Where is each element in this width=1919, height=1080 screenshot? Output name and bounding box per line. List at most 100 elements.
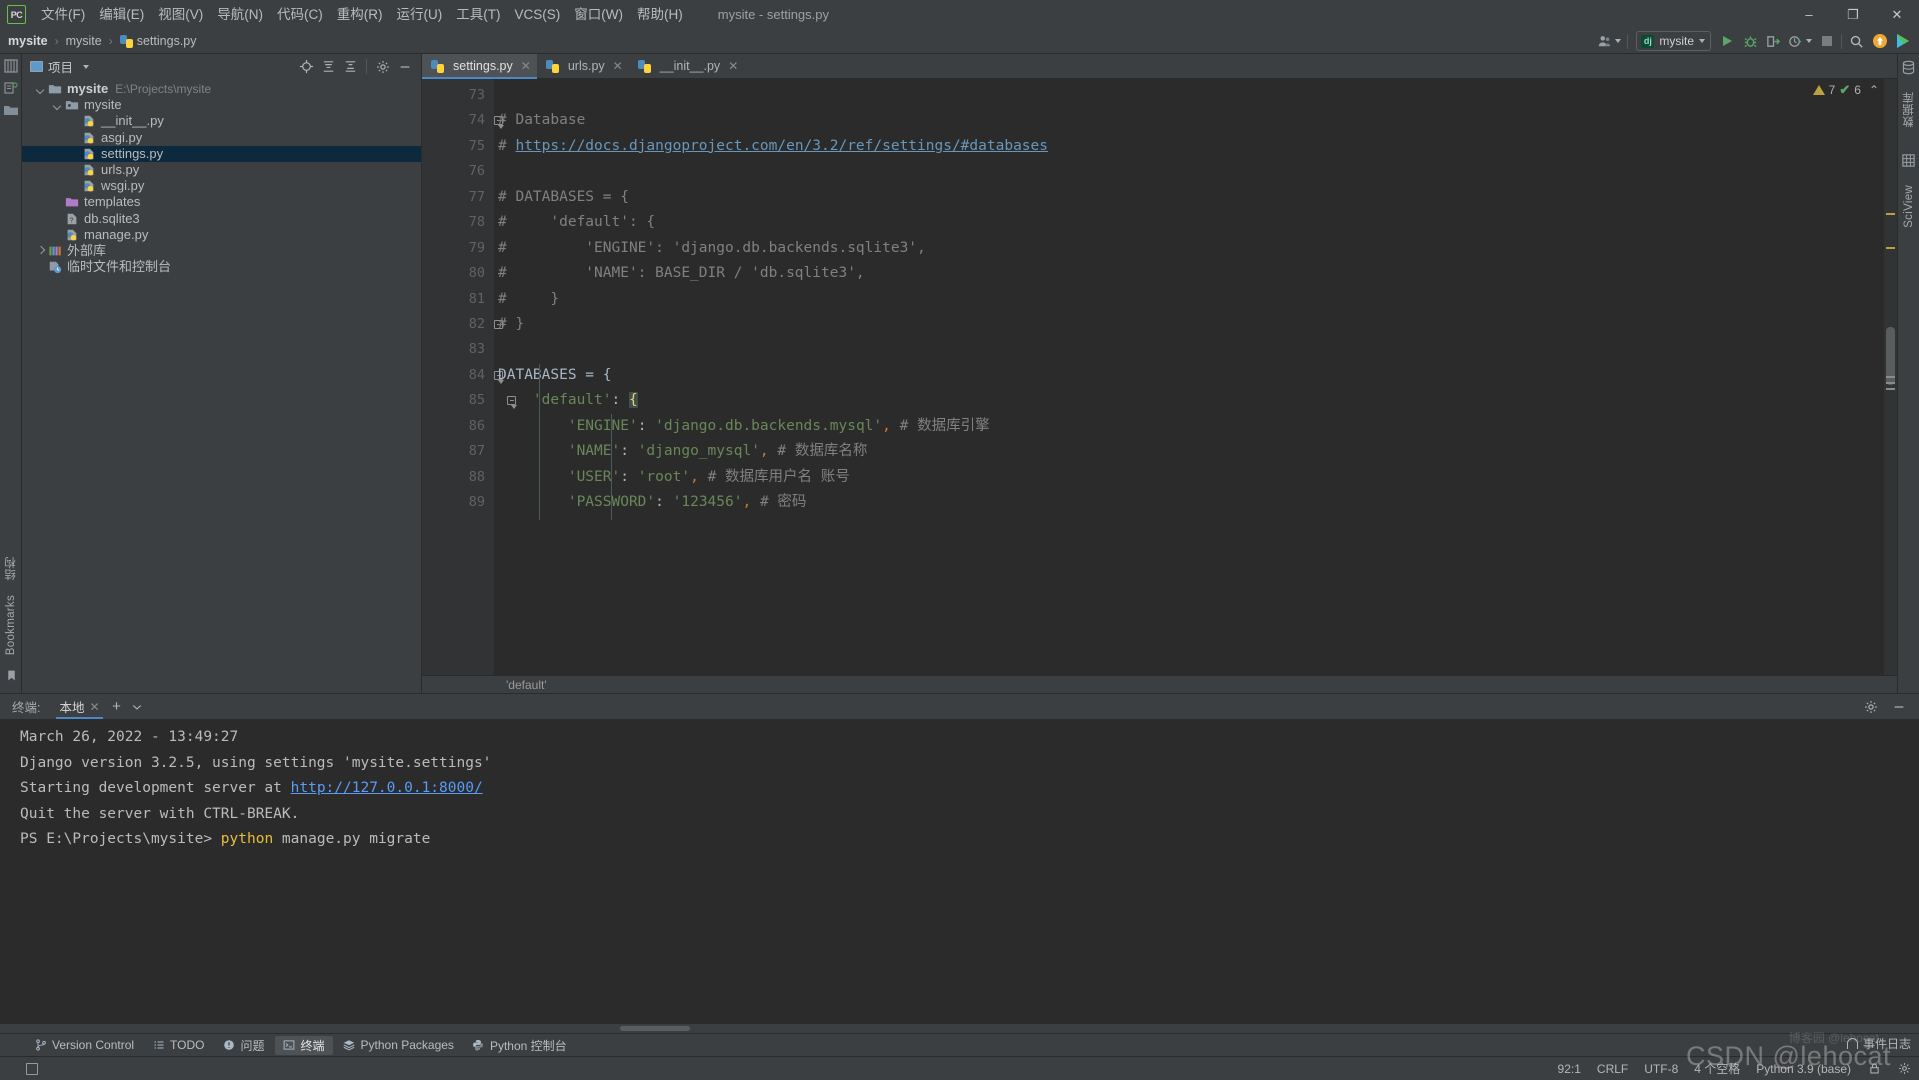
gear-icon[interactable] — [1861, 697, 1881, 717]
menu-window[interactable]: 窗口(W) — [567, 3, 630, 26]
tab-init-py[interactable]: __init__.py ✕ — [629, 54, 745, 78]
inspection-collapse-icon[interactable]: ⌃ — [1869, 83, 1879, 97]
chevron-down-icon[interactable] — [36, 85, 45, 94]
expand-all-icon[interactable] — [320, 58, 337, 75]
structure-tab-label[interactable]: 结构 — [3, 557, 19, 581]
tab-settings-py[interactable]: settings.py ✕ — [422, 54, 537, 79]
terminal-output[interactable]: March 26, 2022 - 13:49:27 Django version … — [0, 719, 1919, 1024]
database-tool-icon[interactable] — [1901, 60, 1916, 80]
search-everywhere-button[interactable] — [1846, 31, 1867, 52]
debug-button[interactable] — [1740, 31, 1761, 52]
maximize-button[interactable]: ❐ — [1831, 0, 1875, 29]
menu-code[interactable]: 代码(C) — [270, 3, 330, 26]
scrollbar-thumb[interactable] — [620, 1026, 690, 1031]
code-line[interactable]: 'NAME': 'django_mysql', # 数据库名称 — [494, 439, 1884, 464]
code-content[interactable]: # Database # https://docs.djangoproject.c… — [494, 79, 1884, 675]
toolwindow-version-control[interactable]: Version Control — [26, 1036, 142, 1055]
breadcrumb-file[interactable]: settings.py — [119, 34, 197, 48]
code-editor[interactable]: 7 ✔ 6 ⌃ 73 74 75 76 77 78 79 80 81 82 83 84 85 86 87 88… — [422, 79, 1897, 675]
tree-item-manage-py[interactable]: manage.py — [22, 227, 421, 243]
close-button[interactable]: ✕ — [1875, 0, 1919, 29]
bookmarks-tab-label[interactable]: Bookmarks — [5, 595, 17, 655]
breadcrumb-package[interactable]: mysite — [66, 34, 102, 48]
stop-button[interactable] — [1816, 31, 1837, 52]
menu-navigate[interactable]: 导航(N) — [210, 3, 270, 26]
lock-icon[interactable] — [1867, 1062, 1881, 1076]
breadcrumb-root[interactable]: mysite — [8, 34, 48, 48]
gear-icon[interactable] — [374, 58, 391, 75]
menu-help[interactable]: 帮助(H) — [630, 3, 690, 26]
collapse-all-icon[interactable] — [342, 58, 359, 75]
menu-file[interactable]: 文件(F) — [34, 3, 92, 26]
hide-panel-icon[interactable] — [396, 58, 413, 75]
line-separator[interactable]: CRLF — [1597, 1062, 1628, 1076]
update-project-button[interactable] — [1869, 31, 1890, 52]
code-line[interactable]: 'USER': 'root', # 数据库用户名 账号 — [494, 465, 1884, 490]
code-line[interactable]: 'default': { — [494, 388, 1884, 413]
profile-button[interactable] — [1786, 31, 1814, 52]
tree-item-settings-py[interactable]: settings.py — [22, 145, 421, 162]
menu-refactor[interactable]: 重构(R) — [330, 3, 390, 26]
editor-breadcrumb[interactable]: 'default' — [422, 675, 1897, 693]
layout-toggle-icon[interactable] — [26, 1062, 38, 1075]
menu-vcs[interactable]: VCS(S) — [508, 3, 568, 26]
code-line[interactable]: DATABASES = { — [494, 363, 1884, 388]
scroll-from-source-icon[interactable] — [298, 58, 315, 75]
project-tree[interactable]: mysite E:\Projects\mysite mysite __init__.p… — [22, 79, 421, 693]
hide-terminal-icon[interactable] — [1889, 697, 1909, 717]
project-view-chevron-icon[interactable] — [83, 64, 90, 69]
play-button[interactable] — [1892, 31, 1913, 52]
toolwindow-python-console[interactable]: Python 控制台 — [464, 1036, 575, 1055]
code-line[interactable]: # Database — [494, 108, 1884, 133]
run-configuration-selector[interactable]: dj mysite — [1636, 31, 1711, 51]
terminal-horizontal-scrollbar[interactable] — [0, 1024, 1919, 1033]
chevron-right-icon[interactable] — [36, 246, 45, 255]
code-line[interactable]: # 'NAME': BASE_DIR / 'db.sqlite3', — [494, 261, 1884, 286]
minimize-button[interactable]: – — [1787, 0, 1831, 29]
database-tab-label[interactable]: 数据库 — [1901, 92, 1917, 127]
code-line[interactable] — [494, 159, 1884, 184]
tree-item-templates[interactable]: templates — [22, 194, 421, 210]
code-line[interactable]: # 'ENGINE': 'django.db.backends.sqlite3'… — [494, 236, 1884, 261]
menu-run[interactable]: 运行(U) — [390, 3, 450, 26]
close-tab-icon[interactable]: ✕ — [521, 60, 531, 72]
close-terminal-tab-icon[interactable]: ✕ — [90, 700, 100, 714]
code-line[interactable]: # DATABASES = { — [494, 185, 1884, 210]
file-encoding[interactable]: UTF-8 — [1644, 1062, 1678, 1076]
toolwindow-todo[interactable]: TODO — [144, 1036, 212, 1055]
user-icon[interactable] — [1595, 31, 1623, 52]
toolwindow-python-packages[interactable]: Python Packages — [335, 1036, 462, 1055]
code-line[interactable]: # https://docs.djangoproject.com/en/3.2/… — [494, 134, 1884, 159]
coverage-button[interactable] — [1763, 31, 1784, 52]
sciview-tool-icon[interactable] — [1901, 153, 1916, 173]
tree-item-[interactable]: 外部库 — [22, 243, 421, 259]
menu-edit[interactable]: 编辑(E) — [92, 3, 151, 26]
toolwindow-problems[interactable]: 问题 — [215, 1036, 273, 1055]
tree-item-mysite[interactable]: mysite — [22, 97, 421, 113]
tree-item-init-py[interactable]: __init__.py — [22, 113, 421, 129]
editor-gutter[interactable]: 73 74 75 76 77 78 79 80 81 82 83 84 85 86 87 88 89 — [422, 79, 517, 675]
new-terminal-button[interactable]: + — [107, 697, 127, 717]
tree-item-wsgi-py[interactable]: wsgi.py — [22, 178, 421, 194]
close-tab-icon[interactable]: ✕ — [728, 60, 738, 72]
tree-item-mysite[interactable]: mysite E:\Projects\mysite — [22, 81, 421, 97]
close-tab-icon[interactable]: ✕ — [613, 60, 623, 72]
code-line[interactable]: 'PASSWORD': '123456', # 密码 — [494, 490, 1884, 515]
terminal-tab-local[interactable]: 本地 ✕ — [52, 694, 106, 719]
indent-setting[interactable]: 4 个空格 — [1694, 1060, 1740, 1077]
python-interpreter[interactable]: Python 3.9 (base) — [1756, 1062, 1851, 1076]
code-line[interactable]: # 'default': { — [494, 210, 1884, 235]
caret-position[interactable]: 92:1 — [1558, 1062, 1581, 1076]
event-log-indicator[interactable]: 事件日志 — [1846, 1035, 1911, 1052]
menu-tools[interactable]: 工具(T) — [449, 3, 507, 26]
code-line[interactable]: 'ENGINE': 'django.db.backends.mysql', # … — [494, 414, 1884, 439]
code-line[interactable] — [494, 83, 1884, 108]
tree-item-asgi-py[interactable]: asgi.py — [22, 130, 421, 146]
inspection-widget[interactable]: 7 ✔ 6 ⌃ — [1812, 82, 1879, 98]
tab-urls-py[interactable]: urls.py ✕ — [537, 54, 629, 78]
project-tool-icon[interactable] — [3, 58, 19, 74]
run-button[interactable] — [1717, 31, 1738, 52]
menu-view[interactable]: 视图(V) — [151, 3, 210, 26]
tree-item-db-sqlite3[interactable]: ? db.sqlite3 — [22, 211, 421, 227]
commit-tool-icon[interactable] — [3, 80, 19, 96]
